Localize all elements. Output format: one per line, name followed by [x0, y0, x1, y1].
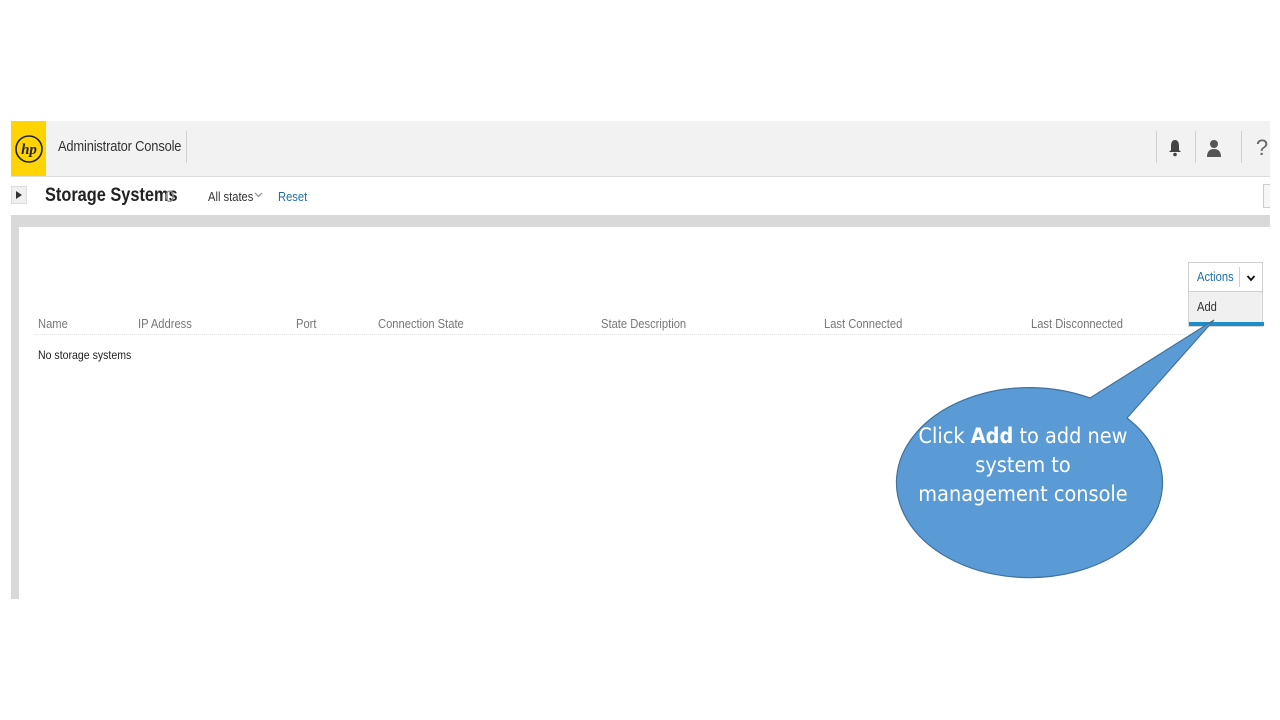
- reset-link[interactable]: Reset: [278, 189, 307, 204]
- actions-menu: Add: [1188, 292, 1264, 327]
- right-panel-tab[interactable]: [1263, 184, 1270, 208]
- header-divider: [186, 131, 187, 163]
- column-header-state-description[interactable]: State Description: [601, 316, 686, 331]
- item-count: 0: [165, 187, 175, 206]
- column-header-connection-state[interactable]: Connection State: [378, 316, 464, 331]
- hp-logo-text: hp: [21, 142, 37, 158]
- menu-highlight-bar: [1189, 322, 1264, 326]
- menu-item-add[interactable]: Add: [1197, 299, 1217, 314]
- top-header-bar: hp Administrator Console ?: [11, 121, 1270, 177]
- page-title: Storage Systems: [45, 185, 178, 206]
- empty-table-message: No storage systems: [38, 348, 132, 362]
- actions-dropdown[interactable]: Actions: [1188, 262, 1263, 292]
- content-area: [19, 227, 1270, 599]
- bell-icon[interactable]: [1162, 135, 1188, 161]
- hp-logo[interactable]: hp: [11, 121, 46, 176]
- help-icon[interactable]: ?: [1249, 135, 1270, 161]
- hp-logo-icon: hp: [14, 134, 43, 163]
- actions-divider: [1239, 267, 1240, 287]
- chevron-down-icon[interactable]: [1243, 270, 1259, 286]
- column-header-port[interactable]: Port: [296, 316, 317, 331]
- page-header: Storage Systems 0 All states Reset: [11, 177, 1270, 215]
- table-header-divider: [35, 334, 1195, 335]
- state-filter-dropdown[interactable]: All states: [208, 189, 253, 204]
- panel-toggle-button[interactable]: [11, 186, 27, 204]
- column-header-name[interactable]: Name: [38, 316, 68, 331]
- content-left-border: [11, 215, 19, 599]
- column-header-last-connected[interactable]: Last Connected: [824, 316, 902, 331]
- chevron-down-icon[interactable]: [254, 190, 263, 202]
- header-divider: [1195, 131, 1196, 163]
- column-header-ip-address[interactable]: IP Address: [138, 316, 192, 331]
- app-window: hp Administrator Console ? Storage Syste…: [11, 121, 1270, 599]
- user-icon[interactable]: [1201, 135, 1227, 161]
- header-divider: [1156, 131, 1157, 163]
- column-header-last-disconnected[interactable]: Last Disconnected: [1031, 316, 1123, 331]
- help-label: ?: [1255, 135, 1269, 160]
- app-title: Administrator Console: [58, 138, 182, 155]
- actions-label: Actions: [1197, 269, 1234, 284]
- content-top-border: [11, 215, 1270, 227]
- header-divider: [1241, 131, 1242, 163]
- play-icon: [16, 191, 22, 199]
